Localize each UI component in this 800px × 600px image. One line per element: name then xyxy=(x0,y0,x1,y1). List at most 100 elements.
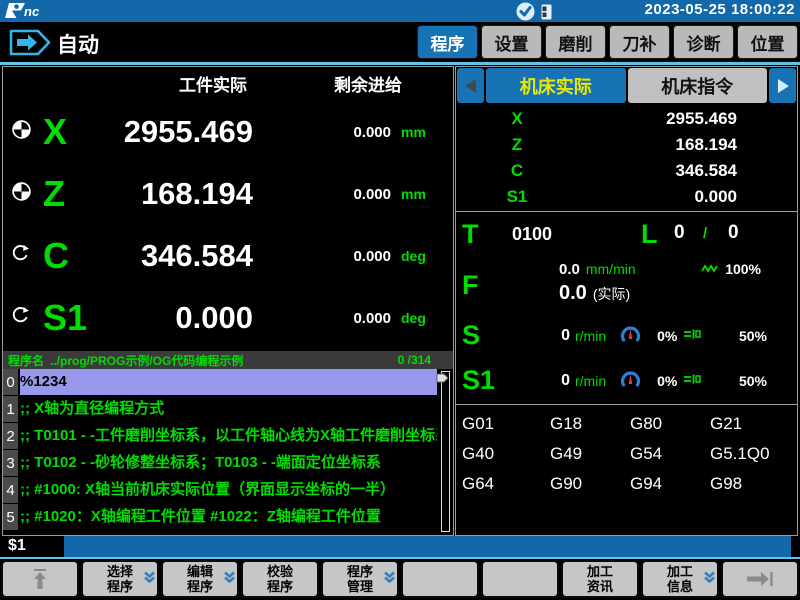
softkey-machining-message[interactable]: 加工 信息 xyxy=(641,560,719,598)
gcode: G64 xyxy=(462,474,550,504)
channel-prompt: $1 xyxy=(8,537,26,555)
tab-program[interactable]: 程序 xyxy=(417,25,478,59)
axis-actual-value: 168.194 xyxy=(111,176,253,212)
tab-grinding[interactable]: 磨削 xyxy=(545,25,606,59)
line-number: 5 xyxy=(3,504,18,530)
gcode: G18 xyxy=(550,414,630,444)
gauge-icon xyxy=(620,325,641,347)
tool-label: T xyxy=(462,219,479,250)
arrow-right-icon xyxy=(776,78,790,94)
softkey-select-program[interactable]: 选择 程序 xyxy=(81,560,159,598)
machine-axis-name: Z xyxy=(496,135,538,155)
softkey-machining-info[interactable]: 加工 资讯 xyxy=(561,560,639,598)
chevron-down-icon xyxy=(223,571,236,588)
check-circle-icon xyxy=(516,2,535,21)
memory-card-icon xyxy=(541,4,552,20)
axis-name: S1 xyxy=(43,300,111,336)
chevron-down-icon xyxy=(383,571,396,588)
code-line[interactable]: 2 ;; T0101 - -工件磨削坐标系，以工件轴心线为X轴工件磨削坐标系 xyxy=(3,423,453,449)
spindle-s1-row: S1 0 r/min 0% 50% xyxy=(456,358,797,403)
tab-position[interactable]: 位置 xyxy=(737,25,798,59)
axes-header: 工件实际 剩余进给 xyxy=(3,71,453,101)
tab-machine-actual[interactable]: 机床实际 xyxy=(486,68,626,103)
code-line[interactable]: 5 ;; #1020：X轴编程工件位置 #1022：Z轴编程工件位置 xyxy=(3,504,453,530)
softkey-program-manage[interactable]: 程序 管理 xyxy=(321,560,399,598)
feed-override-percent: 100% xyxy=(725,261,761,277)
axis-remain-value: 0.000 xyxy=(253,124,391,141)
divider xyxy=(456,211,797,212)
code-line[interactable]: 4 ;; #1000: X轴当前机床实际位置（界面显示坐标的一半） xyxy=(3,477,453,503)
tool-life-total: 0 xyxy=(728,222,739,244)
softkey-label: 加工 xyxy=(587,564,613,579)
code-line[interactable]: 3 ;; T0102 - -砂轮修整坐标系；T0103 - -端面定位坐标系 xyxy=(3,450,453,476)
spindle-speed-value: 0 xyxy=(556,327,570,345)
spindle-speed-unit: r/min xyxy=(575,373,606,389)
softkey-verify-program[interactable]: 校验 程序 xyxy=(241,560,319,598)
spindle-speed-value: 0 xyxy=(556,372,570,390)
rotation-icon xyxy=(3,244,43,268)
softkey-label: 校验 xyxy=(267,564,293,579)
page-up-icon xyxy=(32,568,48,590)
spindle-label: S xyxy=(462,320,480,351)
tool-life-current: 0 xyxy=(674,222,685,244)
spindle-override-percent: 0% xyxy=(657,373,677,389)
program-code-listing[interactable]: 0 %1234 1 ;; X轴为直径编程方式 2 ;; T0101 - -工件磨… xyxy=(3,369,453,535)
spindle-label: S1 xyxy=(462,365,495,396)
axis-remain-value: 0.000 xyxy=(253,186,391,203)
tool-life-separator: / xyxy=(703,225,707,242)
machine-axis-value: 168.194 xyxy=(538,135,797,155)
rapid-icon xyxy=(683,372,701,390)
softkey-empty[interactable] xyxy=(481,560,559,598)
axis-remain-value: 0.000 xyxy=(253,248,391,265)
title-bar: 自动 程序 设置 磨削 刀补 诊断 位置 xyxy=(0,22,800,62)
chevron-down-icon xyxy=(143,571,156,588)
workpiece-position-panel: 工件实际 剩余进给 X 2955.469 0.000 mm Z 168.194 … xyxy=(2,66,454,536)
gcode: G90 xyxy=(550,474,630,504)
tab-diagnosis[interactable]: 诊断 xyxy=(673,25,734,59)
gcode: G54 xyxy=(630,444,710,474)
command-input[interactable] xyxy=(64,536,791,557)
mdi-command-line: $1 xyxy=(0,536,800,557)
next-view-button[interactable] xyxy=(769,68,796,103)
softkey-label: 程序 xyxy=(347,564,373,579)
softkey-bar: 选择 程序 编辑 程序 校验 程序 程序 管理 加工 资讯 加工 信息 xyxy=(0,560,800,598)
softkey-label: 管理 xyxy=(347,579,373,594)
gcode: G94 xyxy=(630,474,710,504)
status-icons xyxy=(516,2,552,21)
code-line[interactable]: 0 %1234 xyxy=(3,369,453,395)
gcode: G40 xyxy=(462,444,550,474)
line-number: 0 xyxy=(3,369,18,395)
code-line[interactable]: 1 ;; X轴为直径编程方式 xyxy=(3,396,453,422)
gcode: G5.1Q0 xyxy=(710,444,797,474)
feed-rate-value: 0.0 xyxy=(559,261,580,278)
code-scrollbar[interactable] xyxy=(441,371,450,532)
axis-name: X xyxy=(43,114,111,150)
softkey-page-right[interactable] xyxy=(721,560,799,598)
prev-view-button[interactable] xyxy=(457,68,484,103)
softkey-edit-program[interactable]: 编辑 程序 xyxy=(161,560,239,598)
axis-remain-value: 0.000 xyxy=(253,310,391,327)
tab-settings[interactable]: 设置 xyxy=(481,25,542,59)
machine-axis-value: 346.584 xyxy=(538,161,797,181)
axis-actual-value: 2955.469 xyxy=(111,114,253,150)
machine-axis-row: Z 168.194 xyxy=(456,132,797,158)
machine-axis-value: 0.000 xyxy=(538,187,797,207)
machine-axis-row: C 346.584 xyxy=(456,158,797,184)
softkey-label: 编辑 xyxy=(187,564,213,579)
machine-view-tabs: 机床实际 机床指令 xyxy=(456,67,797,104)
arrow-left-icon xyxy=(464,78,478,94)
page-right-icon xyxy=(745,570,775,588)
line-text: %1234 xyxy=(20,369,437,395)
line-number: 3 xyxy=(3,450,18,476)
softkey-page-up[interactable] xyxy=(1,560,79,598)
line-number: 4 xyxy=(3,477,18,503)
program-name-label: 程序名 xyxy=(8,352,44,369)
axis-name: C xyxy=(43,238,111,274)
tab-tool-comp[interactable]: 刀补 xyxy=(609,25,670,59)
machine-axis-name: S1 xyxy=(496,187,538,207)
axis-actual-value: 346.584 xyxy=(111,238,253,274)
scroll-marker-icon[interactable] xyxy=(436,371,449,389)
tab-machine-command[interactable]: 机床指令 xyxy=(628,68,768,103)
softkey-label: 资讯 xyxy=(587,579,613,594)
softkey-empty[interactable] xyxy=(401,560,479,598)
